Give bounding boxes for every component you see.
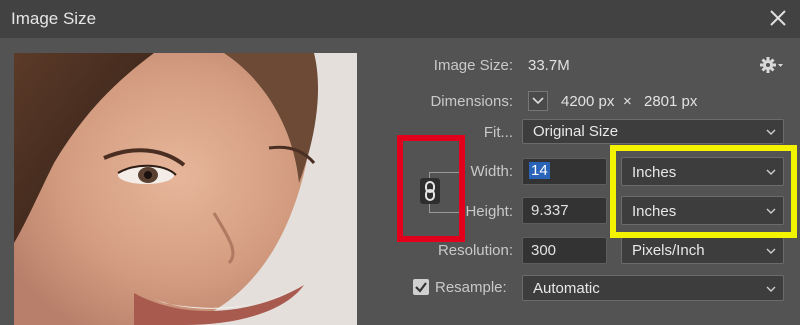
image-size-label: Image Size: [433,57,513,74]
chevron-down-icon [766,129,776,135]
image-size-value: 33.7M [528,57,570,74]
fit-select-value: Original Size [533,123,619,140]
link-highlight-box [397,135,465,242]
resolution-label: Resolution: [437,242,513,259]
resample-label: Resample: [435,279,507,296]
gear-icon [760,57,783,73]
dimensions-times: × [623,93,632,110]
height-input[interactable]: 9.337 [522,197,607,224]
resolution-input[interactable]: 300 [522,237,607,264]
width-label: Width: [470,163,513,180]
settings-menu[interactable] [760,55,784,75]
dimensions-unit-toggle[interactable] [528,91,548,111]
portrait-photo [14,53,357,325]
units-highlight-box [610,145,797,238]
fit-label: Fit... [483,124,513,141]
dimensions-width: 4200 px [561,93,615,110]
dimensions-label: Dimensions: [430,93,513,110]
close-icon[interactable] [766,5,790,31]
chevron-down-icon [532,97,544,105]
chevron-down-icon [766,248,776,254]
resolution-unit-select[interactable]: Pixels/Inch [621,237,784,264]
resample-checkbox[interactable] [413,279,429,295]
resample-select[interactable]: Automatic [522,275,784,301]
dimensions-height: 2801 px [644,93,698,110]
resample-select-value: Automatic [533,280,600,297]
height-label: Height: [465,203,513,220]
dialog-title: Image Size [11,9,97,28]
resolution-unit-value: Pixels/Inch [632,242,705,259]
image-preview[interactable] [14,53,357,325]
width-input[interactable]: 14 [522,158,607,185]
checkmark-icon [415,282,427,293]
dialog-title-bar: Image Size [0,0,800,38]
resolution-input-value: 300 [531,242,557,259]
width-input-value: 14 [529,162,550,179]
fit-select[interactable]: Original Size [522,119,784,144]
height-input-value: 9.337 [531,202,569,219]
chevron-down-icon [766,286,776,292]
